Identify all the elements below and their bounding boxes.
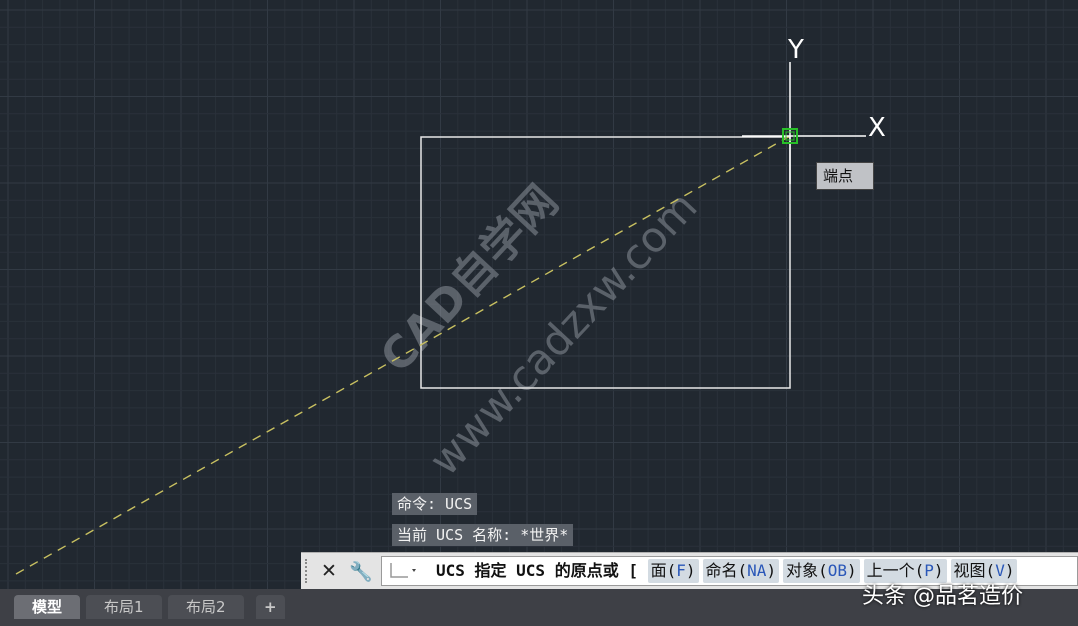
- command-option[interactable]: 面(F): [647, 559, 699, 583]
- command-history-line: 当前 UCS 名称: *世界*: [392, 524, 574, 546]
- ucs-x-label: X: [868, 113, 886, 143]
- command-option-key: F: [676, 561, 686, 580]
- grid: [0, 0, 1078, 589]
- command-option[interactable]: 命名(NA): [702, 559, 780, 583]
- command-prompt-icon[interactable]: [388, 561, 418, 581]
- command-option-close: ): [846, 561, 857, 580]
- command-option-label: 对象(: [786, 561, 828, 580]
- drag-grip[interactable]: [305, 559, 313, 583]
- command-prompt-text: UCS 指定 UCS 的原点或 [: [436, 561, 638, 580]
- tab-model[interactable]: 模型: [14, 595, 81, 619]
- command-option-key: NA: [747, 561, 767, 580]
- close-icon[interactable]: ✕: [315, 557, 343, 585]
- command-option-key: OB: [827, 561, 847, 580]
- command-option-label: 面(: [650, 561, 677, 580]
- command-option-close: ): [766, 561, 777, 580]
- command-option-label: 命名(: [705, 561, 748, 580]
- add-layout-button[interactable]: +: [256, 595, 285, 619]
- corner-watermark: 头条 @品茗造价: [862, 584, 1023, 609]
- ucs-y-label: Y: [787, 35, 804, 65]
- command-history-line: 命令: UCS: [392, 493, 478, 515]
- tab-layout1[interactable]: 布局1: [86, 595, 162, 619]
- snap-tooltip: 端点: [816, 162, 874, 190]
- command-option-close: ): [685, 561, 696, 580]
- watermark-url: www.cadzxw.com: [419, 182, 706, 485]
- command-option[interactable]: 对象(OB): [783, 559, 860, 583]
- wrench-icon[interactable]: 🔧: [347, 557, 375, 585]
- tab-layout2[interactable]: 布局2: [168, 595, 244, 619]
